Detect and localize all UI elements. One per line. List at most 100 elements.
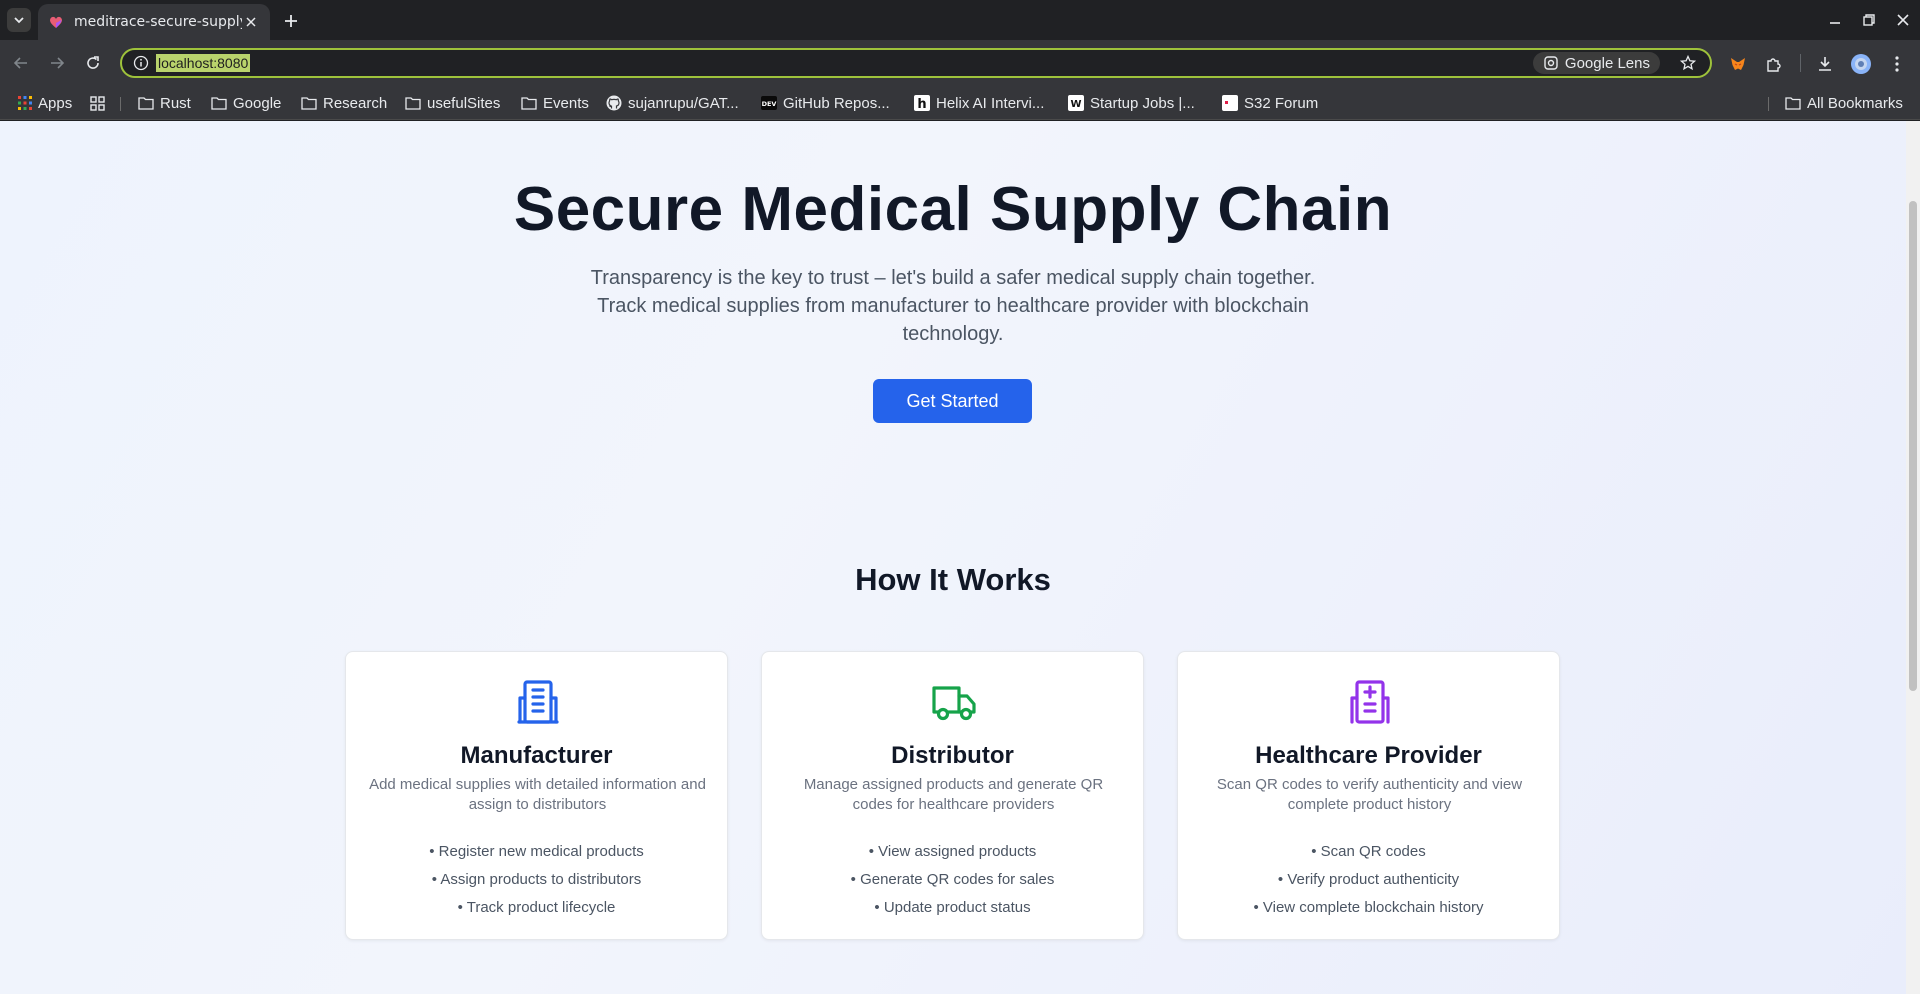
bookmark-github[interactable]: sujanrupu/GAT... — [606, 92, 739, 114]
browser-menu-icon[interactable] — [1884, 51, 1910, 77]
new-tab-button[interactable] — [279, 9, 303, 33]
address-bar[interactable]: localhost:8080 Google Lens — [120, 48, 1712, 78]
card-feature-list: • Scan QR codes • Verify product authent… — [1178, 838, 1559, 922]
hero-title: Secure Medical Supply Chain — [513, 175, 1393, 244]
restore-icon — [1863, 14, 1875, 26]
reload-icon — [87, 56, 99, 69]
extensions-puzzle-icon[interactable] — [1761, 51, 1787, 77]
close-tab-icon[interactable] — [242, 13, 260, 31]
page-scrollbar[interactable] — [1906, 121, 1920, 994]
folder-icon — [1785, 97, 1801, 110]
bookmark-label: Apps — [38, 94, 73, 112]
scrollbar-thumb[interactable] — [1909, 201, 1917, 691]
maximize-button[interactable] — [1852, 0, 1886, 40]
folder-icon — [211, 97, 227, 110]
helix-icon: h — [914, 95, 930, 111]
bookmark-label: Events — [543, 94, 589, 112]
svg-text:W: W — [1070, 99, 1081, 110]
list-item: • Track product lifecycle — [457, 899, 616, 916]
bookmark-folder-events[interactable]: Events — [521, 92, 589, 114]
active-tab[interactable]: meditrace-secure-supply — [38, 4, 270, 40]
close-window-button[interactable] — [1886, 0, 1920, 40]
bookmarks-separator — [120, 97, 121, 111]
downloads-icon[interactable] — [1812, 51, 1838, 77]
bookmarks-bar: Apps Rust Google Research usefulSites Ev… — [0, 86, 1920, 120]
role-card-healthcare-provider: Healthcare Provider Scan QR codes to ver… — [1177, 651, 1560, 940]
window-controls — [1818, 0, 1920, 40]
bookmark-github-repos[interactable]: DEV GitHub Repos... — [761, 92, 890, 114]
hospital-icon — [1350, 680, 1390, 724]
back-arrow-icon — [13, 57, 27, 69]
bookmark-apps[interactable]: Apps — [18, 92, 72, 114]
bookmark-folder-google[interactable]: Google — [211, 92, 281, 114]
folder-icon — [138, 97, 154, 110]
s32-icon — [1222, 95, 1238, 111]
bookmark-label: usefulSites — [427, 94, 501, 112]
card-description: Scan QR codes to verify authenticity and… — [1216, 776, 1523, 813]
card-feature-list: • View assigned products • Generate QR c… — [762, 838, 1143, 922]
tab-title: meditrace-secure-supply — [74, 14, 242, 30]
tab-search-button[interactable] — [7, 8, 31, 32]
folder-icon — [405, 97, 421, 110]
github-icon — [606, 95, 622, 111]
list-item: • Verify product authenticity — [1277, 871, 1460, 888]
bookmark-star-button[interactable] — [1678, 53, 1698, 73]
card-title: Healthcare Provider — [1255, 742, 1482, 769]
apps-grid-icon — [18, 96, 32, 110]
how-it-works-title: How It Works — [855, 562, 1051, 597]
profile-avatar-icon[interactable] — [1848, 51, 1874, 77]
role-card-distributor: Distributor Manage assigned products and… — [761, 651, 1144, 940]
card-title: Manufacturer — [460, 742, 613, 769]
toolbar-separator — [1800, 54, 1801, 72]
google-lens-label: Google Lens — [1564, 54, 1650, 72]
bookmark-label: Helix AI Intervi... — [936, 94, 1045, 112]
list-item: • Register new medical products — [429, 843, 644, 860]
all-bookmarks-button[interactable]: All Bookmarks — [1785, 92, 1903, 114]
get-started-button[interactable]: Get Started — [873, 379, 1032, 423]
google-lens-button[interactable]: Google Lens — [1532, 52, 1660, 74]
folder-icon — [521, 97, 537, 110]
close-icon — [1897, 14, 1909, 26]
bookmarks-separator — [1768, 97, 1769, 111]
wellfound-icon: W — [1068, 95, 1084, 111]
chevron-down-icon — [14, 17, 24, 24]
bookmark-s32-forum[interactable]: S32 Forum — [1222, 92, 1318, 114]
bookmark-label: Startup Jobs |... — [1090, 94, 1195, 112]
building-icon — [517, 680, 559, 724]
list-item: • Generate QR codes for sales — [850, 871, 1055, 888]
bookmark-startup-jobs[interactable]: W Startup Jobs |... — [1068, 92, 1195, 114]
bookmark-label: S32 Forum — [1244, 94, 1319, 112]
plus-icon — [285, 15, 297, 27]
forward-button[interactable] — [45, 51, 69, 75]
bookmark-folder-usefulsites[interactable]: usefulSites — [405, 92, 500, 114]
bookmark-label: Research — [323, 94, 388, 112]
truck-icon — [932, 686, 976, 721]
minimize-icon — [1830, 22, 1840, 24]
list-item: • Scan QR codes — [1311, 843, 1426, 860]
tab-groups-icon — [90, 95, 105, 111]
bookmark-label: Rust — [160, 94, 191, 112]
reload-button[interactable] — [81, 51, 105, 75]
bookmark-folder-research[interactable]: Research — [301, 92, 387, 114]
url-text[interactable]: localhost:8080 — [156, 54, 251, 72]
list-item: • View assigned products — [868, 843, 1037, 860]
bookmark-label: GitHub Repos... — [783, 94, 890, 112]
back-button[interactable] — [9, 51, 33, 75]
site-info-icon[interactable] — [126, 50, 156, 76]
app-favicon-icon — [50, 16, 62, 28]
card-description: Manage assigned products and generate QR… — [803, 776, 1104, 813]
tab-groups-button[interactable] — [90, 92, 111, 114]
card-title: Distributor — [891, 742, 1014, 769]
bookmark-helix[interactable]: h Helix AI Intervi... — [914, 92, 1044, 114]
tab-strip: meditrace-secure-supply — [0, 0, 1920, 40]
hero-subtitle: Transparency is the key to trust – let's… — [590, 267, 1316, 345]
minimize-button[interactable] — [1818, 0, 1852, 40]
page-viewport: Secure Medical Supply Chain Transparency… — [0, 121, 1906, 994]
bookmark-folder-rust[interactable]: Rust — [138, 92, 191, 114]
folder-icon — [301, 97, 317, 110]
role-card-manufacturer: Manufacturer Add medical supplies with d… — [345, 651, 728, 940]
dev-icon: DEV — [761, 96, 777, 110]
extension-metamask-icon[interactable] — [1725, 51, 1751, 77]
svg-text:DEV: DEV — [762, 100, 777, 108]
card-description: Add medical supplies with detailed infor… — [369, 776, 706, 813]
